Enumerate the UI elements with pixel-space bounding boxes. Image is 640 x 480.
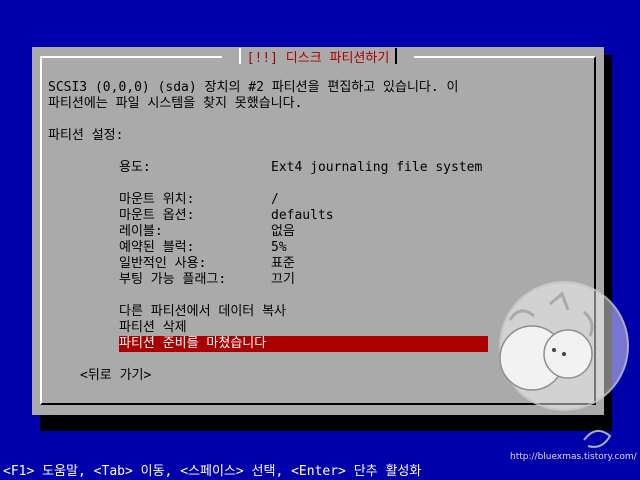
- dialog-title: [!!] 디스크 파티션하기: [222, 47, 414, 66]
- setting-usage-label: 용도:: [119, 160, 151, 175]
- setting-bootable-flag-label: 부팅 가능 플래그:: [119, 272, 227, 287]
- setting-bootable-flag-value: 끄기: [271, 272, 295, 287]
- setting-typical-usage-value: 표준: [271, 256, 295, 271]
- action-copy-data[interactable]: 다른 파티션에서 데이터 복사: [119, 304, 286, 320]
- watermark-signature: [583, 429, 612, 448]
- setting-reserved-blocks-label: 예약된 블럭:: [119, 240, 195, 255]
- intro-text-line-2: 파티션에는 파일 시스템을 찾지 못했습니다.: [48, 96, 303, 111]
- setting-typical-usage-label: 일반적인 사용:: [119, 256, 207, 271]
- setting-reserved-blocks-value: 5%: [271, 240, 287, 255]
- intro-text-line-1: SCSI3 (0,0,0) (sda) 장치의 #2 파티션을 편집하고 있습니…: [48, 80, 459, 95]
- watermark-right-circle: [543, 329, 593, 379]
- title-right-bar: [395, 48, 398, 64]
- setting-mount-point-label: 마운트 위치:: [119, 192, 195, 207]
- help-bar: <F1> 도움말, <Tab> 이동, <스페이스> 선택, <Enter> 단…: [3, 464, 422, 479]
- back-button[interactable]: <뒤로 가기>: [80, 368, 151, 384]
- watermark-eye-left: [552, 348, 556, 352]
- setting-mount-options-label: 마운트 옵션:: [119, 208, 195, 223]
- setting-label-value: 없음: [271, 224, 295, 239]
- watermark-logo: http://bluexmas.tistory.com/: [499, 281, 638, 462]
- watermark-eye-right: [562, 352, 566, 356]
- section-label: 파티션 설정:: [48, 128, 124, 143]
- dialog-title-text: [!!] 디스크 파티션하기: [246, 50, 390, 66]
- action-delete-partition[interactable]: 파티션 삭제: [119, 320, 187, 336]
- setting-usage-value: Ext4 journaling file system: [271, 160, 483, 175]
- setting-mount-point-value: /: [271, 192, 279, 207]
- action-done-setting-up[interactable]: 파티션 준비를 마쳤습니다: [119, 336, 488, 352]
- title-left-bar: [238, 48, 241, 64]
- watermark-url: http://bluexmas.tistory.com/: [510, 452, 638, 462]
- setting-label-label: 레이블:: [119, 224, 163, 239]
- setting-mount-options-value: defaults: [271, 208, 334, 223]
